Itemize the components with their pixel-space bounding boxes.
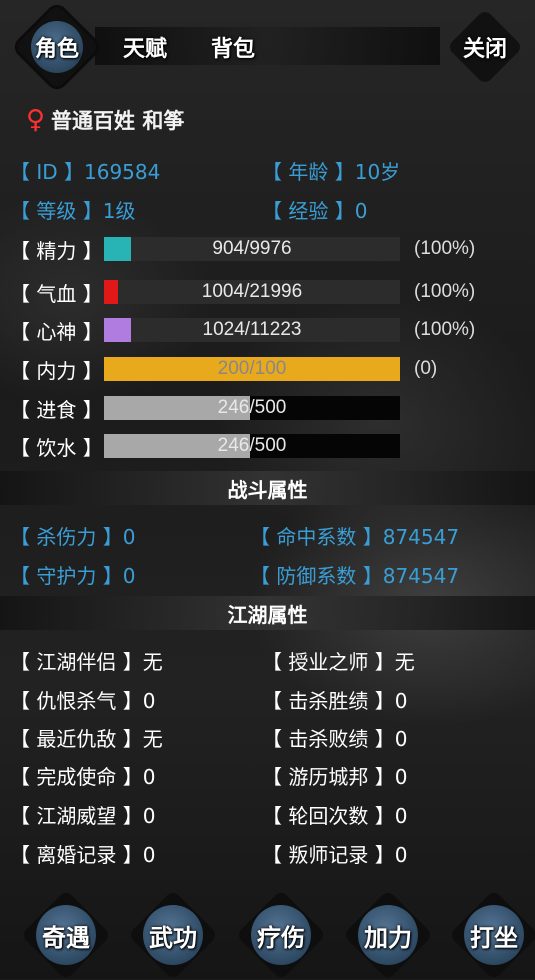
stat-label: 【 进食 】 [10, 398, 103, 422]
tab-bag[interactable]: 背包 [200, 8, 266, 86]
energy-percent: (100%) [414, 238, 476, 259]
jianghu-attr: 【 仇恨杀气 】0 [10, 689, 156, 713]
jianghu-attr: 【 击杀败绩 】0 [262, 727, 408, 751]
stat-label: 【 精力 】 [10, 239, 103, 263]
heal-button-label: 疗伤 [257, 923, 305, 952]
jianghu-attr: 【 完成使命 】0 [10, 765, 156, 789]
health-value: 1004/21996 [201, 281, 303, 302]
tab-bag-label: 背包 [210, 37, 255, 62]
combat-hit: 【 命中系数 】874547 [250, 525, 460, 549]
player-id: 【 ID 】169584 [10, 160, 161, 184]
combat-section-title: 战斗属性 [0, 471, 535, 505]
close-button-label: 关闭 [462, 37, 507, 62]
martial-arts-button[interactable]: 武功 [133, 895, 213, 975]
jianghu-attr: 【 击杀胜绩 】0 [262, 689, 408, 713]
inner-power-value: 200/100 [217, 358, 287, 379]
close-button[interactable]: 关闭 [450, 8, 520, 86]
player-name: 普通百姓 和筝 [51, 109, 185, 133]
inner-power-bar: 200/100 [104, 357, 400, 381]
health-percent: (100%) [414, 281, 476, 302]
combat-guard: 【 守护力 】0 [10, 564, 136, 588]
boost-button[interactable]: 加力 [348, 895, 428, 975]
player-age: 【 年龄 】10岁 [262, 160, 401, 184]
spirit-value: 1024/11223 [202, 319, 302, 340]
meditate-button-label: 打坐 [470, 923, 518, 952]
player-name-row: ♀ 普通百姓 和筝 [26, 104, 184, 136]
stat-label: 【 气血 】 [10, 282, 103, 306]
jianghu-attr: 【 叛师记录 】0 [262, 843, 408, 867]
spirit-percent: (100%) [414, 319, 476, 340]
combat-defense: 【 防御系数 】874547 [250, 564, 460, 588]
adventure-button-label: 奇遇 [42, 923, 90, 952]
water-bar: 246/500 [104, 434, 400, 458]
jianghu-attr: 【 最近仇敌 】无 [10, 727, 163, 751]
jianghu-attr: 【 离婚记录 】0 [10, 843, 156, 867]
jianghu-attr: 【 授业之师 】无 [262, 650, 415, 674]
heal-button[interactable]: 疗伤 [241, 895, 321, 975]
martial-arts-button-label: 武功 [149, 923, 197, 952]
water-value: 246/500 [217, 435, 287, 456]
inner-power-percent: (0) [414, 358, 438, 379]
combat-kill: 【 杀伤力 】0 [10, 525, 136, 549]
jianghu-attr: 【 轮回次数 】0 [262, 804, 408, 828]
jianghu-attr: 【 江湖伴侣 】无 [10, 650, 163, 674]
meditate-button[interactable]: 打坐 [454, 895, 534, 975]
adventure-button[interactable]: 奇遇 [26, 895, 106, 975]
stat-label: 【 心神 】 [10, 320, 103, 344]
jianghu-attr: 【 江湖威望 】0 [10, 804, 156, 828]
food-bar: 246/500 [104, 396, 400, 420]
boost-button-label: 加力 [364, 923, 412, 952]
player-exp: 【 经验 】0 [262, 199, 368, 223]
player-level: 【 等级 】1级 [10, 199, 136, 223]
health-bar: 1004/21996 [104, 280, 400, 304]
tab-role[interactable]: 角色 [18, 8, 96, 86]
tab-talent-label: 天赋 [122, 37, 167, 62]
jianghu-attr: 【 游历城邦 】0 [262, 765, 408, 789]
tab-role-label: 角色 [34, 37, 79, 62]
stat-label: 【 内力 】 [10, 359, 103, 383]
stat-label: 【 饮水 】 [10, 436, 103, 460]
tab-talent[interactable]: 天赋 [112, 8, 178, 86]
energy-value: 904/9976 [212, 238, 292, 259]
food-value: 246/500 [217, 397, 287, 418]
female-icon: ♀ [26, 105, 46, 135]
energy-bar: 904/9976 [104, 237, 400, 261]
jianghu-section-title: 江湖属性 [0, 596, 535, 630]
spirit-bar: 1024/11223 [104, 318, 400, 342]
